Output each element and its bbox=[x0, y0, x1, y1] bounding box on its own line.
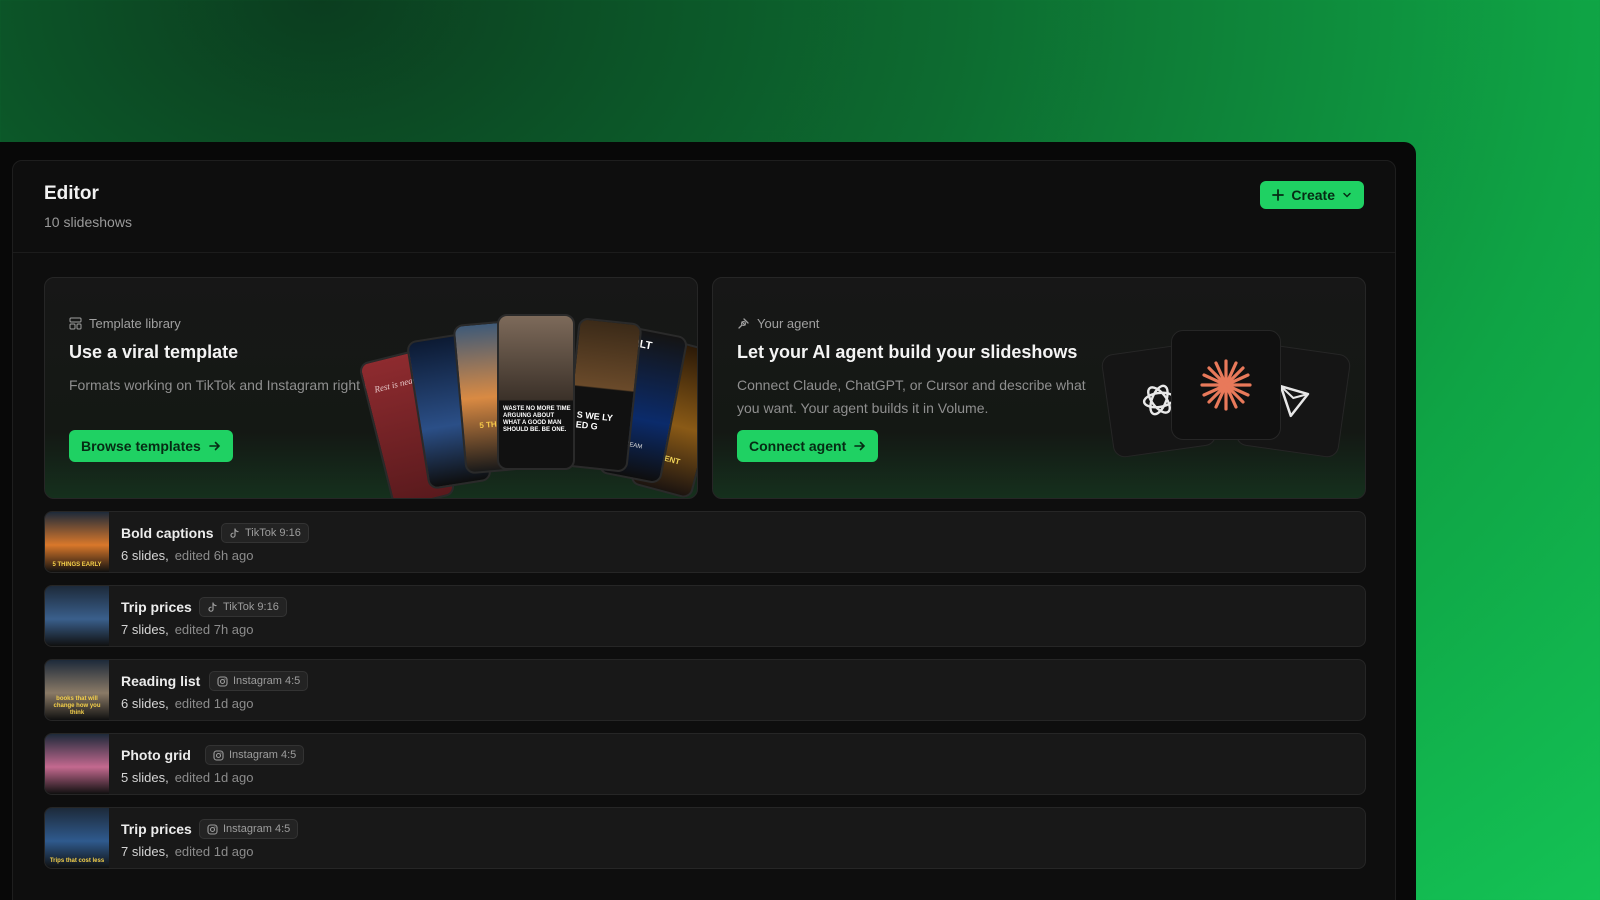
slideshow-name: Reading list bbox=[121, 673, 201, 689]
editor-panel: Editor 10 slideshows Create Template lib… bbox=[12, 160, 1396, 900]
slideshow-name: Trip prices bbox=[121, 821, 192, 837]
arrow-right-icon bbox=[209, 441, 220, 451]
format-label: Instagram 4:5 bbox=[223, 823, 291, 835]
chevron-down-icon bbox=[1343, 192, 1351, 198]
slideshow-row[interactable]: books that will change how you think Read… bbox=[44, 659, 1366, 721]
create-label: Create bbox=[1291, 187, 1335, 203]
feature-cards: Template library Use a viral template Fo… bbox=[44, 277, 1366, 499]
slideshow-thumbnail bbox=[45, 734, 109, 794]
instagram-icon bbox=[217, 675, 228, 687]
arrow-right-icon bbox=[854, 441, 866, 451]
slideshow-meta: 5 slides, edited 1d ago bbox=[121, 770, 254, 785]
slideshow-row[interactable]: Trips that cost less Trip prices Instagram… bbox=[44, 807, 1366, 869]
tiktok-icon bbox=[230, 527, 239, 538]
format-badge: TikTok 9:16 bbox=[221, 523, 309, 543]
edited-time: edited 1d ago bbox=[174, 844, 254, 859]
agent-kicker: Your agent bbox=[737, 316, 819, 331]
claude-icon bbox=[1200, 359, 1252, 411]
editor-header: Editor 10 slideshows Create bbox=[13, 161, 1395, 253]
template-icon bbox=[69, 317, 82, 330]
template-card-title: Use a viral template bbox=[69, 342, 239, 362]
format-badge: Instagram 4:5 bbox=[205, 745, 305, 765]
slideshow-meta: 6 slides, edited 6h ago bbox=[121, 548, 254, 563]
app-window: Editor 10 slideshows Create Template lib… bbox=[0, 142, 1416, 900]
template-preview-4: WASTE NO MORE TIME ARGUING ABOUT WHAT A … bbox=[497, 314, 575, 470]
template-card-description: Formats working on TikTok and Instagram … bbox=[69, 377, 393, 393]
slide-count: 6 slides, bbox=[121, 548, 169, 563]
connect-agent-label: Connect agent bbox=[749, 438, 847, 454]
thumbnail-caption: 5 THINGS EARLY bbox=[52, 562, 102, 568]
edited-time: edited 7h ago bbox=[174, 622, 254, 637]
slide-count: 7 slides, bbox=[121, 844, 169, 859]
agent-logos bbox=[1100, 330, 1353, 460]
slideshow-meta: 6 slides, edited 1d ago bbox=[121, 696, 254, 711]
preview-text-4: S WE LY ED G bbox=[575, 409, 614, 432]
template-previews: Rest is near 5 THINGS WASTE NO MORE TIME… bbox=[357, 314, 697, 498]
plug-icon bbox=[738, 318, 749, 329]
edited-time: edited 6h ago bbox=[174, 548, 254, 563]
browse-templates-label: Browse templates bbox=[81, 438, 201, 454]
page-title: Editor bbox=[44, 183, 99, 204]
slideshow-name: Photo grid bbox=[121, 747, 191, 763]
slideshow-name: Trip prices bbox=[121, 599, 192, 615]
create-button[interactable]: Create bbox=[1260, 181, 1364, 209]
tiktok-icon bbox=[208, 601, 217, 612]
thumbnail-caption: Trips that cost less bbox=[49, 858, 105, 864]
slide-count: 7 slides, bbox=[121, 622, 169, 637]
agent-card-description: Connect Claude, ChatGPT, or Cursor and d… bbox=[737, 377, 1086, 416]
slideshow-name: Bold captions bbox=[121, 525, 214, 541]
format-label: Instagram 4:5 bbox=[229, 749, 297, 761]
edited-time: edited 1d ago bbox=[174, 696, 254, 711]
agent-card: Your agent Let your AI agent build your … bbox=[712, 277, 1366, 499]
slideshow-row[interactable]: 5 THINGS EARLY Bold captions TikTok 9:16 6 … bbox=[44, 511, 1366, 573]
slideshow-thumbnail: 5 THINGS EARLY bbox=[45, 512, 109, 572]
slideshow-count: 10 slideshows bbox=[44, 214, 132, 230]
slideshow-list: 5 THINGS EARLY Bold captions TikTok 9:16 6 … bbox=[44, 511, 1366, 881]
format-label: TikTok 9:16 bbox=[245, 527, 301, 539]
slideshow-meta: 7 slides, edited 7h ago bbox=[121, 622, 254, 637]
slideshow-row[interactable]: Trip prices TikTok 9:16 7 slides, edited 7h… bbox=[44, 585, 1366, 647]
slide-count: 5 slides, bbox=[121, 770, 169, 785]
template-library-kicker: Template library bbox=[69, 316, 181, 331]
slide-count: 6 slides, bbox=[121, 696, 169, 711]
slideshow-thumbnail: books that will change how you think bbox=[45, 660, 109, 720]
browse-templates-button[interactable]: Browse templates bbox=[69, 430, 233, 462]
format-badge: TikTok 9:16 bbox=[199, 597, 287, 617]
instagram-icon bbox=[207, 823, 218, 835]
kicker-text: Your agent bbox=[757, 316, 820, 331]
format-label: Instagram 4:5 bbox=[233, 675, 301, 687]
claude-logo-tile bbox=[1171, 330, 1281, 440]
format-badge: Instagram 4:5 bbox=[209, 671, 309, 691]
format-label: TikTok 9:16 bbox=[223, 601, 279, 613]
instagram-icon bbox=[213, 749, 224, 761]
preview-text-3: WASTE NO MORE TIME ARGUING ABOUT WHAT A … bbox=[503, 406, 571, 433]
edited-time: edited 1d ago bbox=[174, 770, 254, 785]
connect-agent-button[interactable]: Connect agent bbox=[737, 430, 879, 462]
template-library-card: Template library Use a viral template Fo… bbox=[44, 277, 698, 499]
format-badge: Instagram 4:5 bbox=[199, 819, 299, 839]
slideshow-thumbnail: Trips that cost less bbox=[45, 808, 109, 868]
slideshow-row[interactable]: Photo grid Instagram 4:5 5 slides, edited 1… bbox=[44, 733, 1366, 795]
plus-icon bbox=[1272, 189, 1285, 201]
thumbnail-caption: books that will change how you think bbox=[53, 696, 101, 716]
kicker-text: Template library bbox=[89, 316, 181, 331]
agent-card-title: Let your AI agent build your slideshows bbox=[737, 342, 1078, 362]
slideshow-meta: 7 slides, edited 1d ago bbox=[121, 844, 254, 859]
slideshow-thumbnail bbox=[45, 586, 109, 646]
